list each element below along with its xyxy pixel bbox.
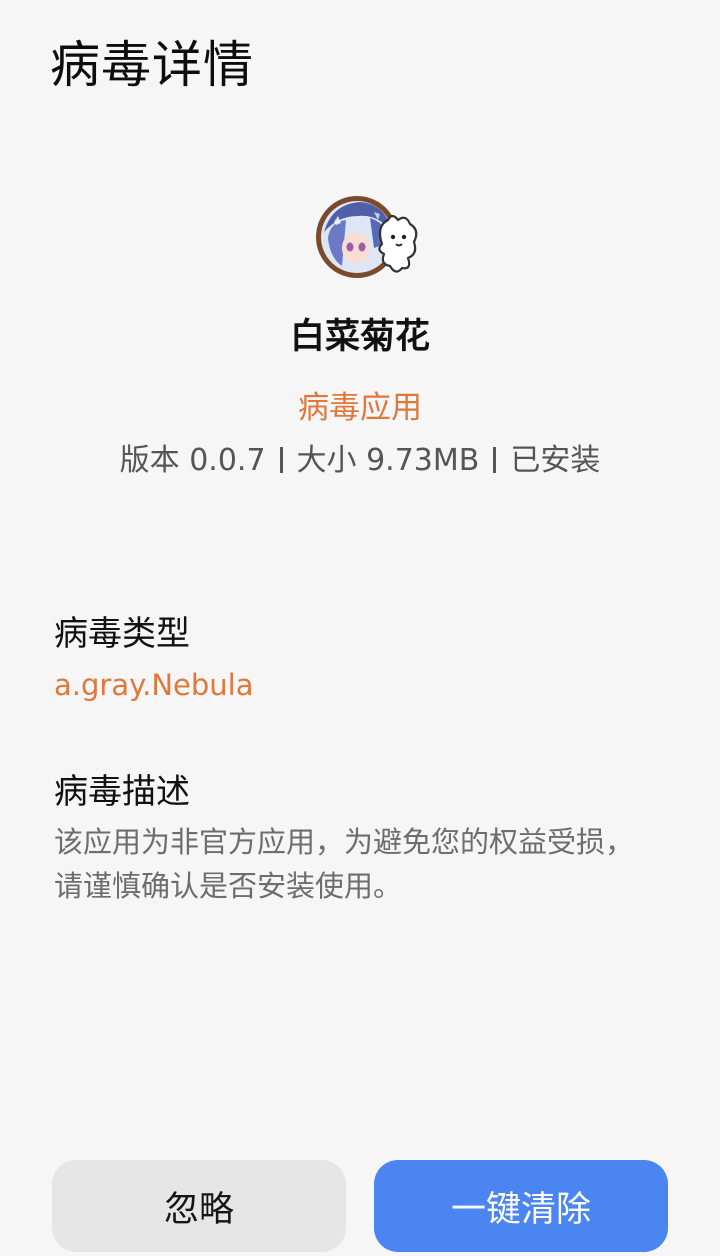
ignore-button[interactable]: 忽略 [52,1160,346,1252]
page-title: 病毒详情 [50,36,254,94]
app-name: 白菜菊花 [289,317,430,357]
virus-description-text: 该应用为非官方应用，为避免您的权益受损，请谨慎确认是否安装使用。 [54,825,635,903]
virus-type-heading: 病毒类型 [54,614,190,654]
meta-divider [493,447,497,473]
virus-description-heading: 病毒描述 [54,772,190,812]
virus-status-label: 病毒应用 [298,390,422,426]
virus-detail-screen: 病毒详情 白菜菊花 病毒应用 版本 0.0.7 大小 9.73MB 已安装 病毒类型… [0,0,720,1256]
install-state: 已安装 [510,443,601,478]
virus-type-value: a.gray.Nebula [54,668,254,702]
app-version: 版本 0.0.7 [119,443,266,478]
one-click-clean-button[interactable]: 一键清除 [374,1160,668,1252]
app-meta-info: 版本 0.0.7 大小 9.73MB 已安装 [0,436,720,486]
meta-divider [279,447,283,473]
app-avatar-icon [316,196,418,278]
app-size: 大小 9.73MB [296,443,480,478]
